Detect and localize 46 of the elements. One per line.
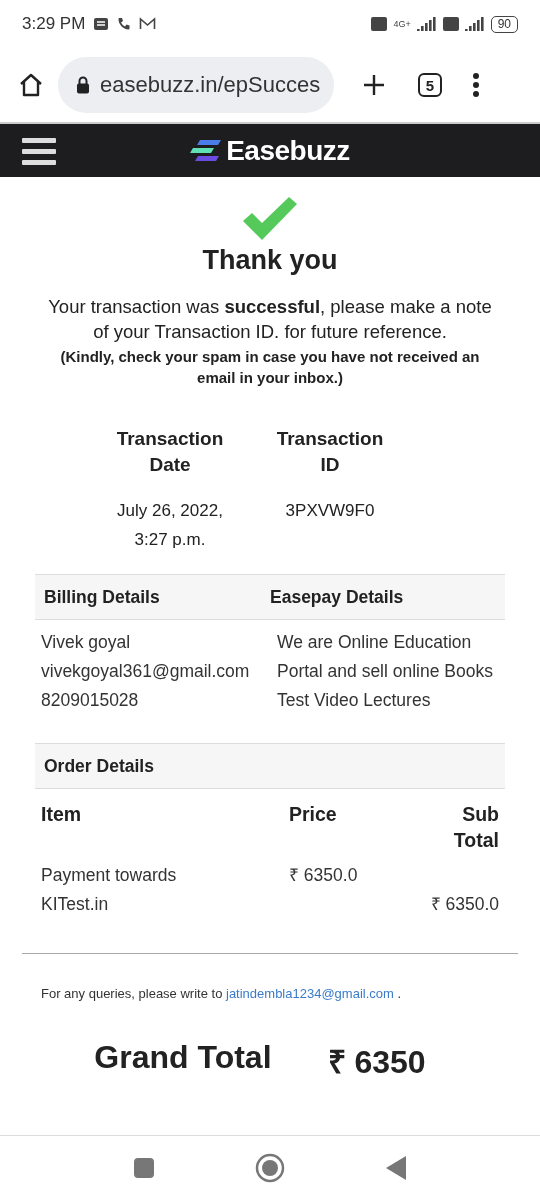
transaction-value: July 26, 2022, 3:27 p.m. [116, 500, 224, 551]
signal-icon [416, 17, 437, 31]
thank-you-title: Thank you [202, 245, 338, 276]
lock-icon [76, 76, 90, 94]
billing-line: vivekgoyal361@gmail.com [41, 660, 251, 683]
column-header: Item [41, 802, 83, 827]
checkmark-icon [241, 195, 299, 241]
logo-text: Easebuzz [226, 134, 350, 167]
status-time: 3:29 PM [22, 14, 86, 34]
url-text: easebuzz.in/epSucces [100, 72, 321, 98]
phone-icon [117, 17, 132, 31]
menu-icon[interactable] [22, 138, 56, 166]
billing-heading: Billing Details [44, 586, 161, 608]
more-icon[interactable] [472, 72, 480, 98]
back-icon[interactable] [385, 1155, 407, 1181]
success-message: Your transaction was successful, please make a note of your Transaction ID. for future reference. [47, 295, 493, 344]
spam-note: (Kindly, check your spam in case you have not received an email in your inbox.) [60, 347, 480, 388]
order-heading: Order Details [44, 755, 155, 777]
easepay-text: We are Online Education Portal and sell online Books Test Video Lectures [277, 631, 494, 712]
message-icon [93, 17, 110, 31]
mail-icon [139, 17, 157, 31]
transaction-label: Transaction Date [115, 427, 225, 477]
recents-icon[interactable] [133, 1157, 155, 1179]
table-cell-text: ₹ 6350.0 [289, 864, 359, 887]
column-header: Price [289, 802, 338, 827]
home-icon[interactable] [18, 72, 44, 98]
tab-count-button[interactable]: 5 [418, 73, 442, 97]
query-text: For any queries, please write to jatindembla1234@gmail.com . [40, 986, 403, 1001]
transaction-value: 3PXVW9F0 [284, 500, 376, 522]
grand-total-label: Grand Total [94, 1039, 272, 1077]
column-header: Sub Total [452, 802, 499, 853]
grand-total-value: ₹ 6350 [327, 1043, 426, 1082]
home-button-icon[interactable] [255, 1153, 285, 1183]
table-cell-text: ₹ 6350.0 [429, 893, 499, 916]
billing-line: Vivek goyal [41, 631, 132, 654]
table-cell-text: Payment towards KITest.in [41, 864, 178, 916]
transaction-label: Transaction ID [275, 427, 385, 477]
plus-icon[interactable] [362, 73, 386, 97]
email-link[interactable]: jatindembla1234@gmail.com [226, 986, 394, 1001]
battery-level: 90 [490, 15, 518, 33]
easepay-heading: Easepay Details [270, 586, 405, 608]
network-type: 4G+ [393, 19, 411, 29]
signal-icon [464, 17, 485, 31]
logo-icon [190, 138, 223, 163]
billing-line: 8209015028 [41, 689, 140, 712]
address-bar[interactable]: easebuzz.in/epSucces [58, 57, 334, 113]
